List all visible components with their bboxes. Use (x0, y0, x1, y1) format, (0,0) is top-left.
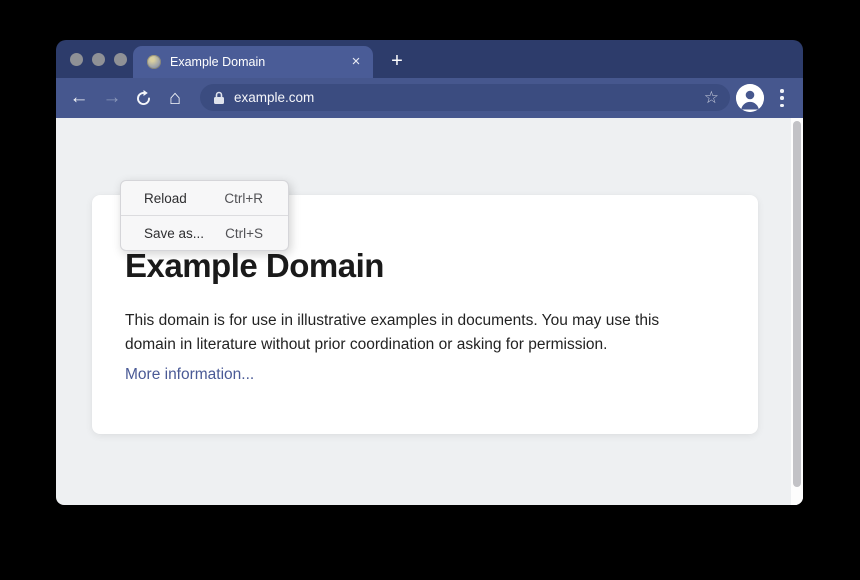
page-paragraph: This domain is for use in illustrative e… (125, 309, 659, 357)
home-icon[interactable]: ⌂ (162, 78, 188, 118)
reload-icon[interactable] (130, 78, 156, 118)
close-window-button[interactable] (70, 53, 83, 66)
forward-icon[interactable]: → (99, 78, 125, 118)
paragraph-line-1: This domain is for use in illustrative e… (125, 312, 659, 329)
toolbar: ← → ⌂ example.com ☆ (56, 78, 803, 118)
page-title: Example Domain (125, 247, 384, 285)
overflow-menu-icon[interactable] (776, 89, 788, 107)
browser-window: Example Domain × + ← → ⌂ example.com ☆ (56, 40, 803, 505)
close-tab-icon[interactable]: × (347, 53, 365, 71)
page-viewport: Example Domain This domain is for use in… (56, 118, 803, 505)
globe-favicon-icon (147, 55, 161, 69)
back-icon[interactable]: ← (66, 78, 92, 118)
more-information-link[interactable]: More information... (125, 366, 254, 384)
scrollbar-thumb[interactable] (793, 121, 801, 487)
paragraph-line-2: domain in literature without prior coord… (125, 336, 607, 353)
menu-item-label: Save as... (144, 226, 204, 241)
bookmark-star-icon[interactable]: ☆ (704, 88, 719, 108)
url-text: example.com (234, 90, 314, 105)
traffic-lights (70, 53, 127, 66)
titlebar: Example Domain × + (56, 40, 803, 78)
tab-example-domain[interactable]: Example Domain × (133, 46, 373, 78)
scrollbar-track[interactable] (791, 118, 803, 505)
menu-item-shortcut: Ctrl+S (225, 226, 263, 241)
context-menu-item-save-as[interactable]: Save as... Ctrl+S (121, 216, 288, 250)
new-tab-button[interactable]: + (386, 49, 408, 75)
tab-title: Example Domain (170, 55, 265, 69)
menu-item-label: Reload (144, 191, 187, 206)
minimize-window-button[interactable] (92, 53, 105, 66)
address-bar[interactable]: example.com ☆ (200, 84, 730, 111)
profile-icon[interactable] (736, 84, 764, 112)
context-menu: Reload Ctrl+R Save as... Ctrl+S (120, 180, 289, 251)
menu-item-shortcut: Ctrl+R (224, 191, 263, 206)
lock-icon (213, 91, 225, 105)
context-menu-item-reload[interactable]: Reload Ctrl+R (121, 181, 288, 215)
maximize-window-button[interactable] (114, 53, 127, 66)
